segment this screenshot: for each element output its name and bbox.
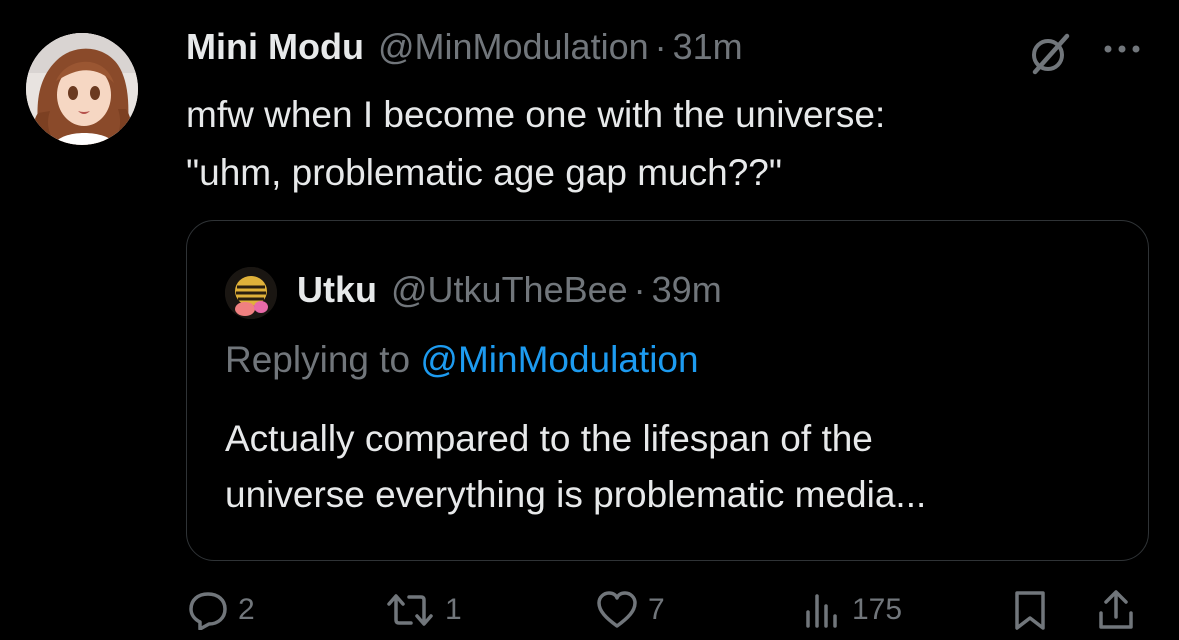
quoted-author-avatar-image <box>225 267 277 319</box>
tweet-time[interactable]: 31m <box>673 26 743 68</box>
bookmark-button[interactable] <box>1012 586 1048 634</box>
repost-icon <box>385 590 435 630</box>
replying-prefix: Replying to <box>225 339 421 380</box>
quoted-author-name[interactable]: Utku <box>297 269 377 311</box>
repost-count: 1 <box>445 593 462 626</box>
tweet-text-line: mfw when I become one with the universe: <box>186 94 886 135</box>
author-avatar-image <box>26 33 138 145</box>
tweet-text-line: "uhm, problematic age gap much??" <box>186 152 782 193</box>
reply-button[interactable]: 2 <box>188 586 255 634</box>
replying-to: Replying to @MinModulation <box>225 339 699 381</box>
bookmark-icon <box>1012 589 1048 631</box>
action-bar: 2 1 7 175 <box>186 586 1149 636</box>
like-button[interactable]: 7 <box>596 586 665 634</box>
tweet-text: mfw when I become one with the universe:… <box>186 86 1086 202</box>
quoted-tweet-header: Utku @UtkuTheBee · 39m <box>297 269 722 311</box>
like-count: 7 <box>648 593 665 626</box>
tweet-header: Mini Modu @MinModulation · 31m <box>186 26 743 74</box>
author-name[interactable]: Mini Modu <box>186 26 364 68</box>
quoted-author-avatar[interactable] <box>225 267 277 319</box>
quoted-text-line: universe everything is problematic media… <box>225 474 927 515</box>
views-count: 175 <box>852 593 903 626</box>
share-icon <box>1096 589 1136 631</box>
repost-button[interactable]: 1 <box>385 586 462 634</box>
views-button[interactable]: 175 <box>802 586 902 634</box>
views-icon <box>802 590 842 630</box>
reply-icon <box>188 590 228 630</box>
author-handle[interactable]: @MinModulation <box>378 26 649 68</box>
grok-icon[interactable] <box>1027 30 1073 76</box>
share-button[interactable] <box>1096 586 1136 634</box>
quoted-tweet-time[interactable]: 39m <box>652 269 722 311</box>
separator-dot: · <box>654 26 667 67</box>
reply-count: 2 <box>238 593 255 626</box>
quoted-tweet-text: Actually compared to the lifespan of the… <box>225 411 926 523</box>
separator-dot: · <box>633 269 646 310</box>
quoted-tweet[interactable]: Utku @UtkuTheBee · 39m Replying to @MinM… <box>186 220 1149 561</box>
more-icon[interactable] <box>1101 42 1145 56</box>
quoted-author-handle[interactable]: @UtkuTheBee <box>391 269 628 311</box>
replying-to-mention[interactable]: @MinModulation <box>420 339 698 380</box>
like-icon <box>596 590 638 630</box>
quoted-text-line: Actually compared to the lifespan of the <box>225 418 873 459</box>
author-avatar[interactable] <box>26 33 138 145</box>
